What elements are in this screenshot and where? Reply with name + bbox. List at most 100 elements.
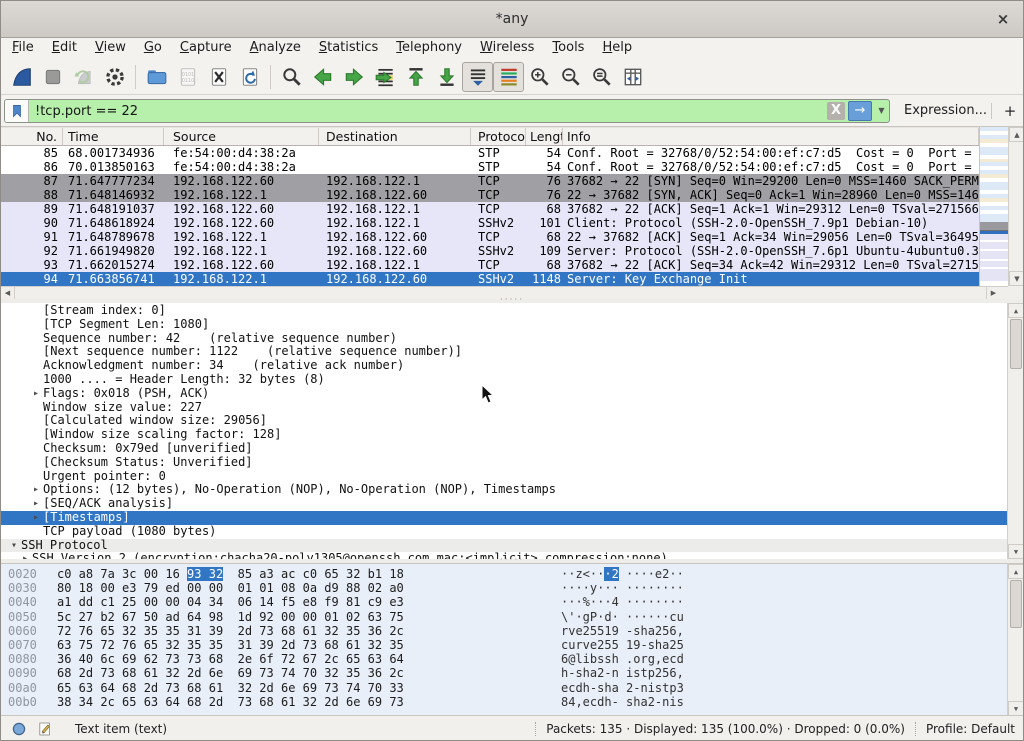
menu-capture[interactable]: Capture	[171, 38, 241, 59]
hex-row[interactable]: 00a065 63 64 68 2d 73 68 61 32 2d 6e 69 …	[1, 681, 1023, 695]
packet-row-94[interactable]: 9471.663856741192.168.122.1192.168.122.6…	[1, 272, 979, 286]
detail-row[interactable]: ▾SSH Protocol	[1, 539, 1007, 553]
detail-row[interactable]: [Checksum Status: Unverified]	[1, 456, 1007, 470]
menu-statistics[interactable]: Statistics	[310, 38, 387, 59]
menu-edit[interactable]: Edit	[43, 38, 86, 59]
filter-history-caret-icon[interactable]: ▼	[874, 101, 889, 121]
detail-row[interactable]: [TCP Segment Len: 1080]	[1, 318, 1007, 332]
column-header-destination[interactable]: Destination	[319, 128, 471, 145]
detail-row[interactable]: Urgent pointer: 0	[1, 470, 1007, 484]
expand-arrow-icon[interactable]: ▸	[29, 483, 43, 497]
detail-row[interactable]: ▸Flags: 0x018 (PSH, ACK)	[1, 387, 1007, 401]
close-file-button[interactable]	[203, 62, 234, 92]
menu-view[interactable]: View	[86, 38, 135, 59]
packet-list-minimap-scrollbar[interactable]	[979, 127, 1008, 286]
hex-row[interactable]: 009068 2d 73 68 61 32 2d 6e 69 73 74 70 …	[1, 666, 1023, 680]
capture-options-button[interactable]	[99, 62, 130, 92]
filter-clear-icon[interactable]: X	[827, 102, 845, 120]
detail-row[interactable]: Checksum: 0x79ed [unverified]	[1, 442, 1007, 456]
detail-row[interactable]: ▸[Timestamps]	[1, 511, 1007, 525]
detail-row[interactable]: TCP payload (1080 bytes)	[1, 525, 1007, 539]
packet-list-vertical-scrollbar[interactable]: ▲ ▼	[1008, 127, 1024, 286]
zoom-in-button[interactable]	[524, 62, 555, 92]
packet-row-89[interactable]: 8971.648191037192.168.122.60192.168.122.…	[1, 202, 979, 216]
detail-row[interactable]: [Calculated window size: 29056]	[1, 414, 1007, 428]
reload-file-button[interactable]	[234, 62, 265, 92]
go-forward-button[interactable]	[338, 62, 369, 92]
detail-row[interactable]: [Window size scaling factor: 128]	[1, 428, 1007, 442]
packet-row-88[interactable]: 8871.648146932192.168.122.1192.168.122.6…	[1, 188, 979, 202]
add-filter-button[interactable]: +	[1000, 99, 1020, 123]
packet-row-93[interactable]: 9371.662015274192.168.122.60192.168.122.…	[1, 258, 979, 272]
scroll-down-icon[interactable]: ▼	[1008, 544, 1023, 559]
menu-telephony[interactable]: Telephony	[387, 38, 471, 59]
resize-columns-button[interactable]	[617, 62, 648, 92]
hex-row[interactable]: 0020c0 a8 7a 3c 00 16 93 32 85 a3 ac c0 …	[1, 567, 1023, 581]
detail-row[interactable]: [Next sequence number: 1122 (relative se…	[1, 345, 1007, 359]
scroll-down-icon[interactable]: ▼	[1009, 271, 1024, 286]
column-header-info[interactable]: Info	[563, 128, 979, 145]
scroll-left-icon[interactable]: ◀	[1, 287, 15, 299]
scrollbar-handle[interactable]	[1010, 580, 1022, 628]
scroll-down-icon[interactable]: ▼	[1008, 701, 1023, 715]
zoom-reset-button[interactable]	[586, 62, 617, 92]
go-back-button[interactable]	[307, 62, 338, 92]
packet-row-90[interactable]: 9071.648618924192.168.122.60192.168.122.…	[1, 216, 979, 230]
expand-arrow-icon[interactable]: ▸	[29, 511, 43, 525]
find-packet-button[interactable]	[276, 62, 307, 92]
menu-analyze[interactable]: Analyze	[241, 38, 310, 59]
column-header-source[interactable]: Source	[164, 128, 319, 145]
column-header-no-[interactable]: No.	[1, 128, 63, 145]
scroll-up-icon[interactable]: ▲	[1009, 127, 1024, 142]
menu-file[interactable]: File	[3, 38, 43, 59]
column-header-time[interactable]: Time	[63, 128, 164, 145]
hex-row[interactable]: 006072 76 65 32 35 35 31 39 2d 73 68 61 …	[1, 624, 1023, 638]
hex-row[interactable]: 008036 40 6c 69 62 73 73 68 2e 6f 72 67 …	[1, 652, 1023, 666]
hex-row[interactable]: 00505c 27 b2 67 50 ad 64 98 1d 92 00 00 …	[1, 610, 1023, 624]
menu-help[interactable]: Help	[593, 38, 641, 59]
profile-status[interactable]: Profile: Default	[926, 722, 1015, 736]
filter-bookmark-icon[interactable]	[5, 100, 29, 122]
start-capture-button[interactable]	[6, 62, 37, 92]
expand-arrow-icon[interactable]: ▾	[7, 539, 21, 553]
packet-row-85[interactable]: 8568.001734936fe:54:00:d4:38:2aSTP54Conf…	[1, 146, 979, 160]
go-to-packet-button[interactable]	[369, 62, 400, 92]
packet-row-86[interactable]: 8670.013850163fe:54:00:d4:38:2aSTP54Conf…	[1, 160, 979, 174]
title-bar[interactable]: *any ×	[1, 1, 1023, 38]
expression-button[interactable]: Expression...	[904, 103, 987, 118]
stop-capture-button[interactable]	[37, 62, 68, 92]
auto-scroll-button[interactable]	[462, 62, 493, 92]
zoom-out-button[interactable]	[555, 62, 586, 92]
expert-info-icon[interactable]	[11, 721, 27, 737]
hex-row[interactable]: 007063 75 72 76 65 32 35 35 31 39 2d 73 …	[1, 638, 1023, 652]
detail-row[interactable]: Acknowledgment number: 34 (relative ack …	[1, 359, 1007, 373]
menu-tools[interactable]: Tools	[543, 38, 593, 59]
filter-apply-icon[interactable]: →	[848, 101, 872, 121]
close-window-button[interactable]: ×	[993, 9, 1013, 29]
restart-capture-button[interactable]	[68, 62, 99, 92]
capture-comment-icon[interactable]	[37, 721, 53, 737]
expand-arrow-icon[interactable]: ▸	[18, 552, 32, 559]
open-file-button[interactable]	[141, 62, 172, 92]
scroll-right-icon[interactable]: ▶	[986, 287, 1000, 299]
go-first-packet-button[interactable]	[400, 62, 431, 92]
filter-text[interactable]: !tcp.port == 22	[29, 104, 827, 119]
menu-go[interactable]: Go	[135, 38, 171, 59]
detail-row[interactable]: 1000 .... = Header Length: 32 bytes (8)	[1, 373, 1007, 387]
detail-row[interactable]: Window size value: 227	[1, 401, 1007, 415]
detail-row[interactable]: ▸[SEQ/ACK analysis]	[1, 497, 1007, 511]
detail-row[interactable]: ▸Options: (12 bytes), No-Operation (NOP)…	[1, 483, 1007, 497]
column-header-length[interactable]: Length	[526, 128, 563, 145]
detail-row[interactable]: [Stream index: 0]	[1, 304, 1007, 318]
details-vertical-scrollbar[interactable]: ▲ ▼	[1007, 303, 1023, 559]
scroll-up-icon[interactable]: ▲	[1008, 303, 1023, 318]
go-last-packet-button[interactable]	[431, 62, 462, 92]
bytes-vertical-scrollbar[interactable]: ▲ ▼	[1007, 564, 1023, 715]
column-header-protocol[interactable]: Protocol	[471, 128, 526, 145]
menu-wireless[interactable]: Wireless	[471, 38, 543, 59]
scrollbar-handle[interactable]	[1010, 319, 1022, 369]
colorize-button[interactable]	[493, 62, 524, 92]
hex-row[interactable]: 0040a1 dd c1 25 00 00 04 34 06 14 f5 e8 …	[1, 595, 1023, 609]
display-filter-input[interactable]: !tcp.port == 22 X → ▼	[4, 99, 890, 123]
expand-arrow-icon[interactable]: ▸	[29, 387, 43, 401]
